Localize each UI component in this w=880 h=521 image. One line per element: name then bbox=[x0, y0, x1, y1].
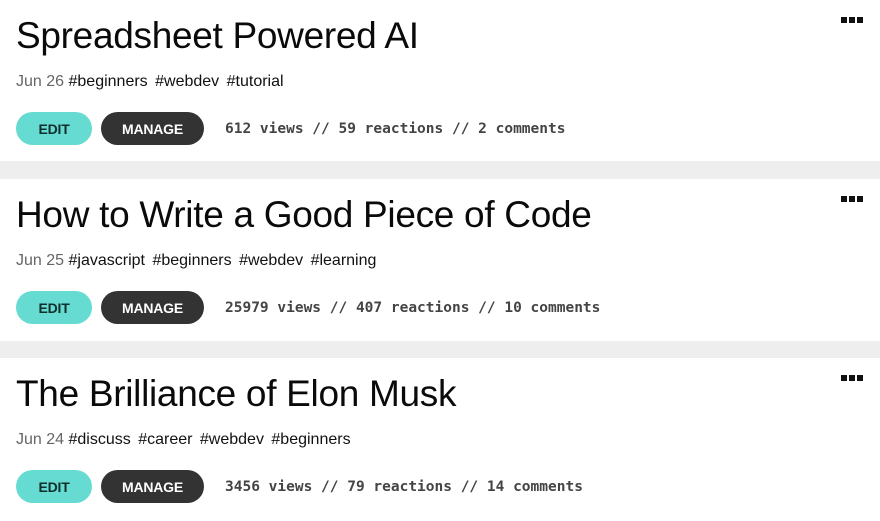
post-tag[interactable]: #webdev bbox=[239, 252, 303, 269]
more-horizontal-icon[interactable] bbox=[841, 16, 863, 24]
post-tag[interactable]: #beginners bbox=[152, 252, 231, 269]
post-meta: Jun 26 #beginners #webdev #tutorial bbox=[16, 72, 284, 92]
post-tags: #discuss #career #webdev #beginners bbox=[69, 431, 351, 448]
manage-button[interactable]: MANAGE bbox=[101, 112, 204, 145]
post-tag[interactable]: #webdev bbox=[200, 431, 264, 448]
more-horizontal-icon[interactable] bbox=[841, 195, 863, 203]
post-tags: #beginners #webdev #tutorial bbox=[69, 73, 284, 90]
post-card: The Brilliance of Elon Musk Jun 24 #disc… bbox=[0, 358, 880, 521]
edit-button[interactable]: EDIT bbox=[16, 112, 92, 145]
post-meta: Jun 24 #discuss #career #webdev #beginne… bbox=[16, 430, 351, 450]
menu-dot bbox=[849, 375, 855, 381]
post-tags: #javascript #beginners #webdev #learning bbox=[69, 252, 377, 269]
menu-dot bbox=[857, 17, 863, 23]
post-list: Spreadsheet Powered AI Jun 26 #beginners… bbox=[0, 0, 880, 521]
post-tag[interactable]: #tutorial bbox=[227, 73, 284, 90]
post-tag[interactable]: #discuss bbox=[69, 431, 131, 448]
post-stats: 25979 views // 407 reactions // 10 comme… bbox=[225, 299, 601, 316]
post-stats: 612 views // 59 reactions // 2 comments bbox=[225, 120, 566, 137]
post-tag[interactable]: #webdev bbox=[155, 73, 219, 90]
menu-dot bbox=[849, 196, 855, 202]
menu-dot bbox=[857, 375, 863, 381]
edit-button[interactable]: EDIT bbox=[16, 470, 92, 503]
post-actions: EDIT MANAGE 3456 views // 79 reactions /… bbox=[16, 470, 583, 503]
post-tag[interactable]: #beginners bbox=[271, 431, 350, 448]
post-tag[interactable]: #learning bbox=[311, 252, 377, 269]
post-date: Jun 24 bbox=[16, 431, 65, 448]
post-date: Jun 26 bbox=[16, 73, 65, 90]
manage-button[interactable]: MANAGE bbox=[101, 291, 204, 324]
post-tag[interactable]: #beginners bbox=[69, 73, 148, 90]
post-title[interactable]: Spreadsheet Powered AI bbox=[16, 14, 419, 58]
post-card: Spreadsheet Powered AI Jun 26 #beginners… bbox=[0, 0, 880, 161]
post-tag[interactable]: #javascript bbox=[69, 252, 145, 269]
menu-dot bbox=[849, 17, 855, 23]
edit-button[interactable]: EDIT bbox=[16, 291, 92, 324]
manage-button[interactable]: MANAGE bbox=[101, 470, 204, 503]
post-title[interactable]: How to Write a Good Piece of Code bbox=[16, 193, 592, 237]
post-date: Jun 25 bbox=[16, 252, 65, 269]
more-horizontal-icon[interactable] bbox=[841, 374, 863, 382]
menu-dot bbox=[857, 196, 863, 202]
post-stats: 3456 views // 79 reactions // 14 comment… bbox=[225, 478, 583, 495]
menu-dot bbox=[841, 196, 847, 202]
post-tag[interactable]: #career bbox=[138, 431, 192, 448]
menu-dot bbox=[841, 17, 847, 23]
post-actions: EDIT MANAGE 612 views // 59 reactions //… bbox=[16, 112, 565, 145]
menu-dot bbox=[841, 375, 847, 381]
post-actions: EDIT MANAGE 25979 views // 407 reactions… bbox=[16, 291, 600, 324]
post-card: How to Write a Good Piece of Code Jun 25… bbox=[0, 179, 880, 341]
post-title[interactable]: The Brilliance of Elon Musk bbox=[16, 372, 457, 416]
post-meta: Jun 25 #javascript #beginners #webdev #l… bbox=[16, 251, 376, 271]
